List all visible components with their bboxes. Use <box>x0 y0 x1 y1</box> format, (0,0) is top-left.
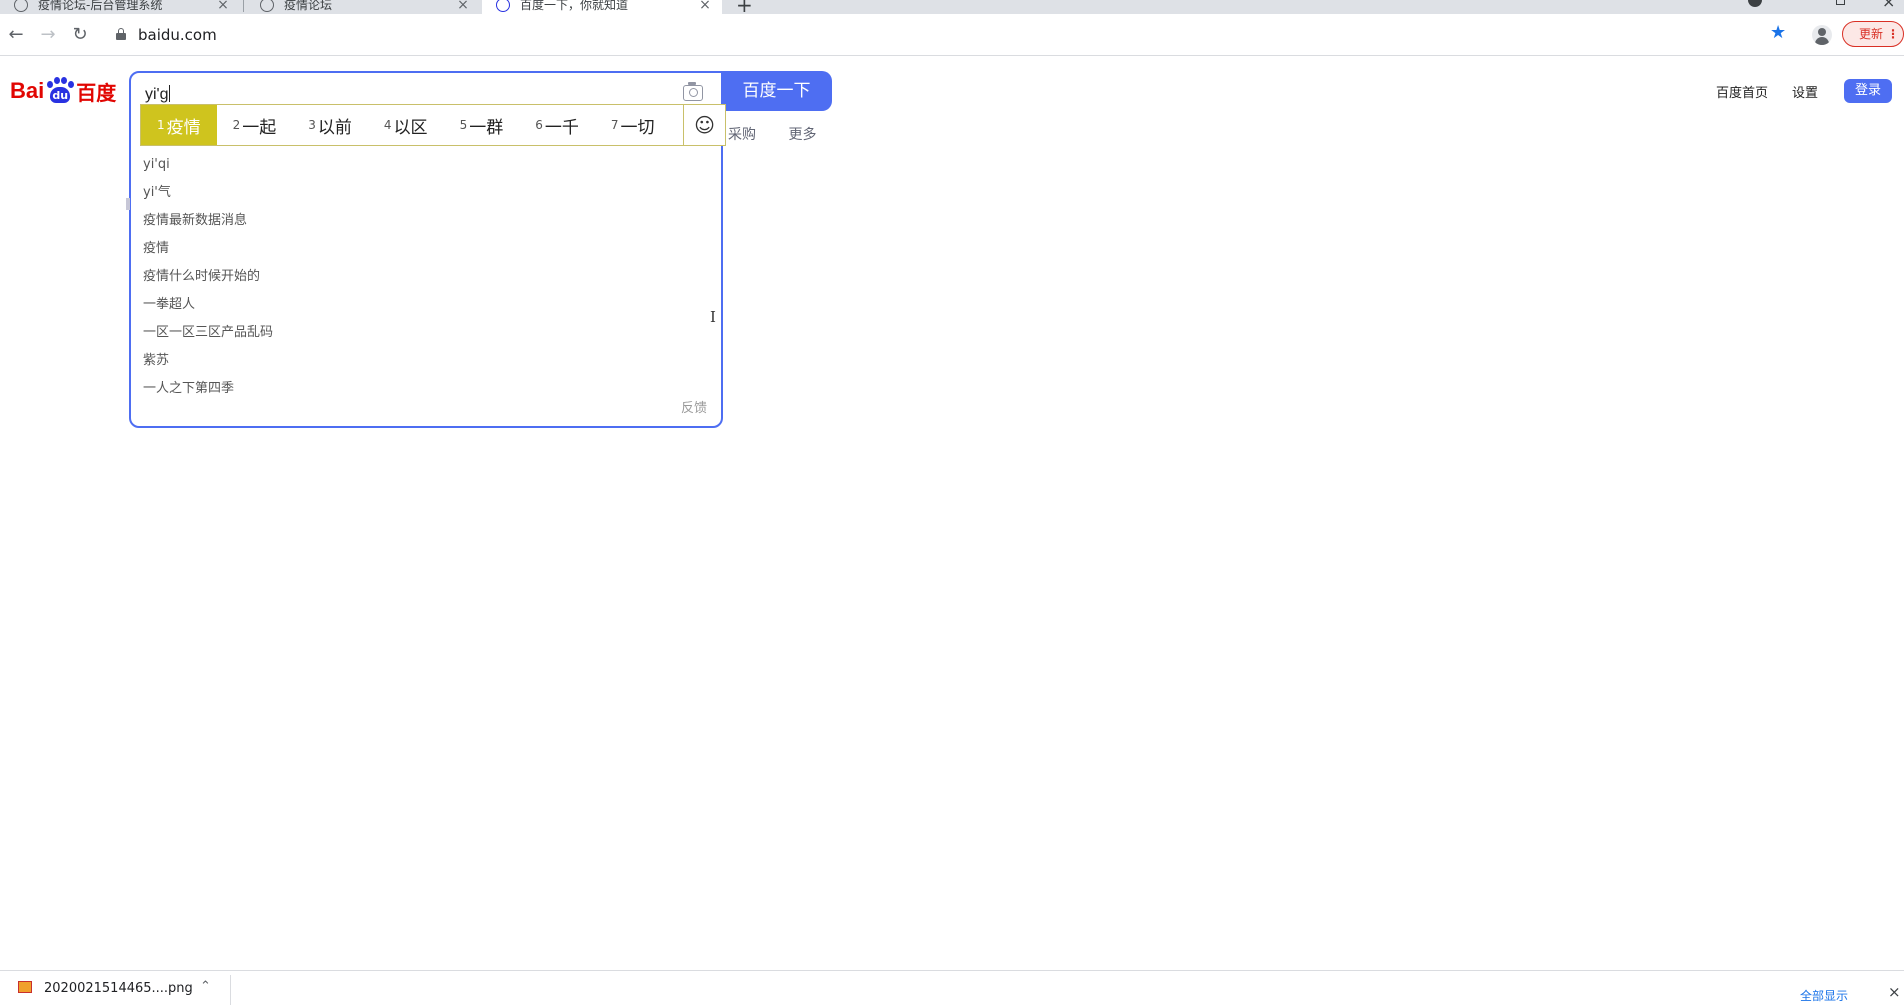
ime-candidate-bar: 1 疫情 2 一起 3 以前 4 以区 5 一群 6 一千 7 一切 ☺ <box>140 104 726 146</box>
logo-chinese: 百度 <box>76 82 117 105</box>
camera-icon[interactable] <box>683 82 703 101</box>
ime-candidate-text: 一群 <box>469 117 504 138</box>
suggestion-item[interactable]: 一拳超人 <box>143 291 273 319</box>
search-button[interactable]: 百度一下 <box>721 71 832 111</box>
settings-link[interactable]: 设置 <box>1792 82 1818 101</box>
search-input[interactable]: yi'g <box>145 85 170 104</box>
tab-baidu[interactable]: 百度一下，你就知道 × <box>482 0 722 14</box>
ime-candidate[interactable]: 1 疫情 <box>141 105 217 145</box>
ime-candidate-number: 5 <box>459 118 468 132</box>
login-button[interactable]: 登录 <box>1844 79 1892 103</box>
tab-forum[interactable]: 疫情论坛 × <box>246 0 480 14</box>
chevron-up-icon[interactable]: ⌃ <box>200 979 211 994</box>
suggestion-item[interactable]: yi'气 <box>143 179 273 207</box>
ime-candidate[interactable]: 6 一千 <box>519 105 595 145</box>
suggestion-item[interactable]: 紫苏 <box>143 347 273 375</box>
ime-candidate-text: 以区 <box>393 117 428 138</box>
address-bar[interactable]: baidu.com <box>138 26 217 44</box>
ime-candidate[interactable]: 3 以前 <box>292 105 368 145</box>
baidu-home-link[interactable]: 百度首页 <box>1716 82 1768 101</box>
ime-candidate-text: 一千 <box>544 117 579 138</box>
emoji-icon[interactable]: ☺ <box>683 105 725 145</box>
tab-close-icon[interactable]: × <box>216 0 230 13</box>
tab-title: 疫情论坛 <box>284 0 333 12</box>
feedback-link[interactable]: 反馈 <box>681 397 707 416</box>
ime-candidate-number: 1 <box>157 118 165 132</box>
baidu-paw-icon <box>496 0 510 12</box>
window-close-icon[interactable]: × <box>1882 0 1895 11</box>
tab-close-icon[interactable]: × <box>456 0 470 13</box>
nav-link-purchase[interactable]: 采购 <box>728 127 756 143</box>
ime-candidate-text: 疫情 <box>166 117 201 138</box>
ime-candidate[interactable]: 4 以区 <box>368 105 444 145</box>
partial-nav-fragment <box>126 198 130 210</box>
ime-candidate-number: 2 <box>232 118 241 132</box>
update-label: 更新 <box>1859 27 1884 41</box>
menu-dots-icon: ⋮ <box>1887 27 1899 41</box>
ime-candidate-text: 一切 <box>620 117 655 138</box>
suggestion-list: yi'qi yi'气 疫情最新数据消息 疫情 疫情什么时候开始的 一拳超人 一区一区三区产品… <box>143 151 273 403</box>
tab-strip: 疫情论坛-后台管理系统 × 疫情论坛 × 百度一下，你就知道 × + × <box>0 0 1904 17</box>
ime-candidate-number: 6 <box>535 118 543 132</box>
close-icon[interactable]: × <box>1888 983 1901 1001</box>
logo-paw-text: du <box>50 87 71 103</box>
reload-icon[interactable]: ↻ <box>68 23 92 47</box>
ime-candidate-number: 7 <box>610 118 619 132</box>
profile-avatar-icon[interactable] <box>1812 25 1832 45</box>
forward-arrow-icon[interactable]: → <box>36 23 60 47</box>
suggestion-item[interactable]: 疫情什么时候开始的 <box>143 263 273 291</box>
download-shelf: 2020021514465....png ⌃ 全部显示 × <box>0 970 1904 1008</box>
baidu-paw-icon: du <box>46 77 75 105</box>
lock-icon[interactable] <box>116 28 126 40</box>
tab-separator <box>243 0 244 12</box>
tab-admin[interactable]: 疫情论坛-后台管理系统 × <box>0 0 240 14</box>
image-file-icon <box>18 981 32 993</box>
nav-link-more[interactable]: 更多 <box>788 127 816 143</box>
divider <box>230 975 231 1005</box>
text-caret <box>168 85 170 102</box>
ime-candidate-number: 3 <box>308 118 316 132</box>
search-input-value: yi'g <box>145 86 169 103</box>
suggestion-item[interactable]: 疫情最新数据消息 <box>143 207 273 235</box>
baidu-logo[interactable]: Bai du 百度 <box>10 76 116 106</box>
suggestion-item[interactable]: yi'qi <box>143 151 273 179</box>
show-all-button[interactable]: 全部显示 <box>1800 987 1848 1004</box>
ime-candidate-text: 以前 <box>317 117 352 138</box>
window-restore-icon[interactable] <box>1836 0 1845 5</box>
ime-candidate-text: 一起 <box>242 117 277 138</box>
browser-toolbar: ← → ↻ baidu.com ★ 更新 ⋮ <box>0 14 1904 56</box>
ime-candidate-number: 4 <box>383 118 392 132</box>
suggestion-item[interactable]: 疫情 <box>143 235 273 263</box>
nav-links: 采购 更多 <box>728 124 844 144</box>
back-arrow-icon[interactable]: ← <box>4 23 28 47</box>
globe-icon <box>14 0 28 12</box>
tab-title: 疫情论坛-后台管理系统 <box>38 0 163 12</box>
tab-close-icon[interactable]: × <box>698 0 712 13</box>
update-button[interactable]: 更新 ⋮ <box>1842 21 1904 47</box>
ime-candidate[interactable]: 5 一群 <box>444 105 520 145</box>
suggestion-item[interactable]: 一区一区三区产品乱码 <box>143 319 273 347</box>
tab-title: 百度一下，你就知道 <box>520 0 629 12</box>
ime-candidate[interactable]: 2 一起 <box>217 105 293 145</box>
bookmark-star-icon[interactable]: ★ <box>1770 22 1786 43</box>
text-cursor-icon: I <box>710 308 716 326</box>
ime-candidate[interactable]: 7 一切 <box>595 105 671 145</box>
suggestion-item[interactable]: 一人之下第四季 <box>143 375 273 403</box>
tab-search-icon[interactable] <box>1748 0 1762 7</box>
globe-icon <box>260 0 274 12</box>
logo-latin: Bai <box>10 78 45 103</box>
download-item-name[interactable]: 2020021514465....png <box>44 981 193 996</box>
